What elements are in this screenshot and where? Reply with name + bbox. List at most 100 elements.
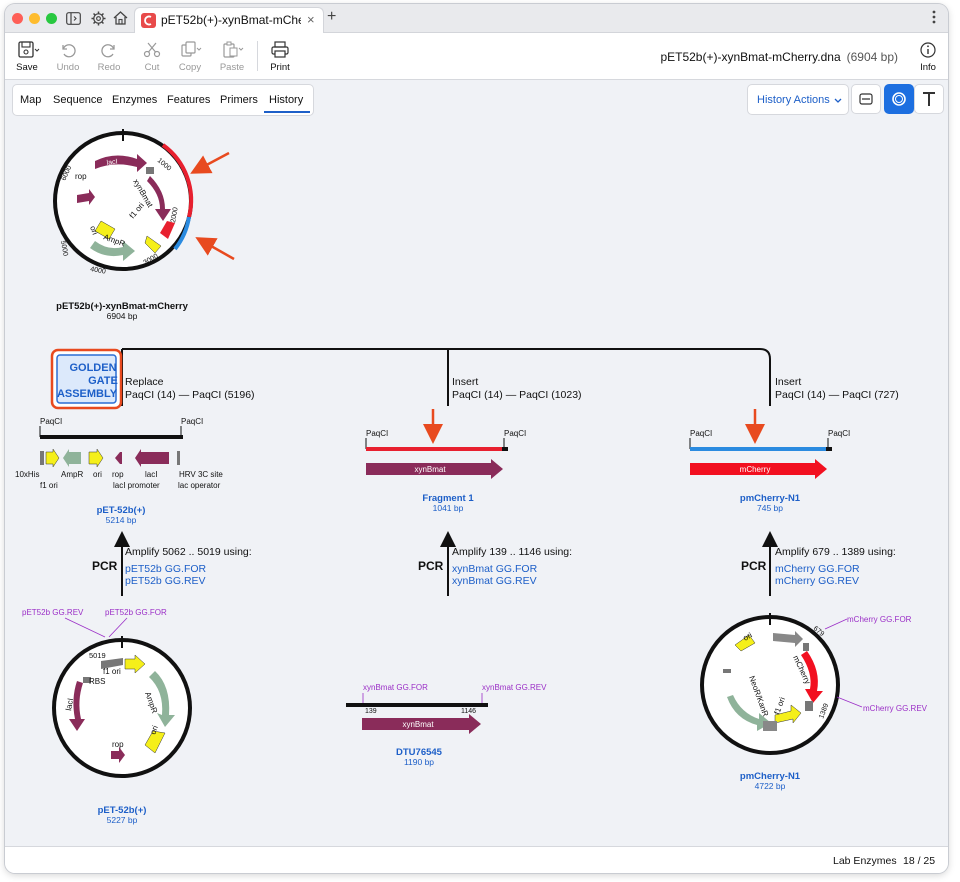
branch-action-3: Insert xyxy=(775,376,801,388)
sidebar-toggle-icon[interactable] xyxy=(64,9,82,27)
redo-label: Redo xyxy=(97,62,121,73)
fragment-size: 745 bp xyxy=(757,503,783,513)
undo-button[interactable]: Undo xyxy=(50,37,86,77)
primer-label: xynBmat GG.FOR xyxy=(363,683,428,692)
paqci-site-left: PaqCI xyxy=(690,429,712,438)
app-window: pET52b(+)-xynBmat-mCherr × + Save Undo R… xyxy=(5,4,948,873)
close-window-button[interactable] xyxy=(12,13,23,24)
tab-features[interactable]: Features xyxy=(167,94,210,106)
info-label: Info xyxy=(920,62,936,73)
template-pmcherry-map[interactable]: mCherry GG.FOR mCherry GG.REV ori mCherr… xyxy=(700,613,928,791)
red-annotation-arrow xyxy=(190,151,230,174)
pcr-primer-link[interactable]: pET52b GG.FOR xyxy=(125,563,207,575)
fragment-size: 1041 bp xyxy=(433,503,464,513)
home-icon[interactable] xyxy=(111,9,129,27)
more-options-icon[interactable] xyxy=(931,9,937,25)
print-button[interactable]: Print xyxy=(262,37,298,77)
active-tab-underline xyxy=(264,111,310,113)
text-view-button[interactable] xyxy=(914,84,944,114)
view-tabs: Map Sequence Enzymes Features Primers Hi… xyxy=(12,84,314,116)
history-canvas: lacI rop ori AmpR f1 ori xynBmat 1000 20… xyxy=(5,121,948,846)
branch-sites-3: PaqCI (14) — PaqCI (727) xyxy=(775,389,899,401)
tab-primers[interactable]: Primers xyxy=(220,94,258,106)
print-label: Print xyxy=(270,62,290,73)
feature-label: 10xHis xyxy=(15,470,39,479)
info-button[interactable]: Info xyxy=(910,37,946,77)
feature-label: f1 ori xyxy=(40,481,58,490)
f1-ori-label: f1 ori xyxy=(103,667,121,676)
template-dtu76545[interactable]: xynBmat GG.FOR xynBmat GG.REV 139 1146 x… xyxy=(346,683,547,767)
circular-map-icon xyxy=(892,92,906,106)
fragment-pet52b[interactable]: PaqCI PaqCI 10xHis AmpR ori rop lacI HRV… xyxy=(15,417,223,525)
paqci-site-right: PaqCI xyxy=(504,429,526,438)
template-pet52b-map[interactable]: pET52b GG.REV pET52b GG.FOR 5019 lacI RB… xyxy=(22,608,192,825)
tab-map[interactable]: Map xyxy=(20,94,41,106)
tab-title: pET52b(+)-xynBmat-mCherr xyxy=(161,13,301,27)
pcr-primer-link[interactable]: pET52b GG.REV xyxy=(125,575,206,587)
pcr-label: PCR xyxy=(418,559,444,573)
history-actions-dropdown[interactable]: History Actions xyxy=(747,84,849,115)
feature-label: AmpR xyxy=(61,470,83,479)
primer-label: pET52b GG.FOR xyxy=(105,608,167,617)
pcr-primer-link[interactable]: xynBmat GG.FOR xyxy=(452,563,538,575)
fragment-1[interactable]: PaqCI PaqCI xynBmat Fragment 1 1041 bp xyxy=(365,429,526,513)
close-tab-icon[interactable]: × xyxy=(307,12,315,27)
enzyme-count: 18 / 25 xyxy=(903,855,936,867)
document-tab[interactable]: pET52b(+)-xynBmat-mCherr × xyxy=(134,7,324,33)
filename-size: (6904 bp) xyxy=(846,50,898,64)
document-filename: pET52b(+)-xynBmat-mCherry.dna (6904 bp) xyxy=(660,50,898,64)
final-product-size: 6904 bp xyxy=(107,311,138,321)
gear-icon[interactable] xyxy=(89,9,107,27)
xynbmat-feature-label: xynBmat xyxy=(402,720,434,729)
status-bar: Lab Enzymes 18 / 25 xyxy=(5,846,948,873)
primer-label: pET52b GG.REV xyxy=(22,608,84,617)
feature-label: rop xyxy=(112,470,124,479)
scissors-icon xyxy=(143,42,161,58)
linear-view-button[interactable] xyxy=(851,84,881,114)
tick-5000: 5000 xyxy=(59,240,69,257)
new-tab-icon[interactable]: + xyxy=(327,8,336,26)
template-size: 5227 bp xyxy=(107,815,138,825)
circular-view-button[interactable] xyxy=(884,84,914,114)
pcr-primer-link[interactable]: xynBmat GG.REV xyxy=(452,575,537,587)
printer-icon xyxy=(271,41,289,58)
feature-label: HRV 3C site xyxy=(179,470,223,479)
tab-sequence[interactable]: Sequence xyxy=(53,94,103,106)
redo-button[interactable]: Redo xyxy=(91,37,127,77)
feature-label: ori xyxy=(93,470,102,479)
tab-enzymes[interactable]: Enzymes xyxy=(112,94,157,106)
feature-label: lacI promoter xyxy=(113,481,160,490)
filename-text: pET52b(+)-xynBmat-mCherry.dna xyxy=(660,50,841,64)
cut-button[interactable]: Cut xyxy=(134,37,170,77)
fragment-pmcherry[interactable]: PaqCI PaqCI mCherry pmCherry-N1 745 bp xyxy=(689,429,850,513)
tick-4000: 4000 xyxy=(90,266,107,276)
mcherry-feature-label: mCherry xyxy=(740,465,771,474)
red-annotation-arrow xyxy=(195,237,235,261)
paste-label: Paste xyxy=(219,62,245,73)
final-plasmid-map[interactable]: lacI rop ori AmpR f1 ori xynBmat 1000 20… xyxy=(53,129,194,276)
golden-gate-assembly-icon[interactable]: Golden Gate Assembly xyxy=(50,348,123,410)
assembly-word-3: Assembly xyxy=(57,388,118,400)
save-button[interactable]: Save xyxy=(9,37,45,77)
text-icon xyxy=(923,92,935,106)
promoter-feature xyxy=(146,167,154,174)
save-icon xyxy=(18,41,40,58)
copy-button[interactable]: Copy xyxy=(172,37,208,77)
pcr-amplify: Amplify 139 .. 1146 using: xyxy=(452,546,572,558)
paste-button[interactable]: Paste xyxy=(214,37,250,77)
pcr-primer-link[interactable]: mCherry GG.REV xyxy=(775,575,859,587)
minimize-window-button[interactable] xyxy=(29,13,40,24)
enzyme-set-selector[interactable]: Lab Enzymes xyxy=(833,855,897,867)
snapgene-logo-icon xyxy=(141,13,156,28)
chevron-down-icon xyxy=(834,98,842,103)
position-label: 1146 xyxy=(461,708,476,715)
template-size: 4722 bp xyxy=(755,781,786,791)
fragment-size: 5214 bp xyxy=(106,515,137,525)
tab-history[interactable]: History xyxy=(269,94,303,106)
feature-label: lac operator xyxy=(178,481,221,490)
pcr-label: PCR xyxy=(92,559,118,573)
zoom-window-button[interactable] xyxy=(46,13,57,24)
xynbmat-feature-label: xynBmat xyxy=(414,465,446,474)
branch-action-1: Replace xyxy=(125,376,164,388)
pcr-primer-link[interactable]: mCherry GG.FOR xyxy=(775,563,860,575)
